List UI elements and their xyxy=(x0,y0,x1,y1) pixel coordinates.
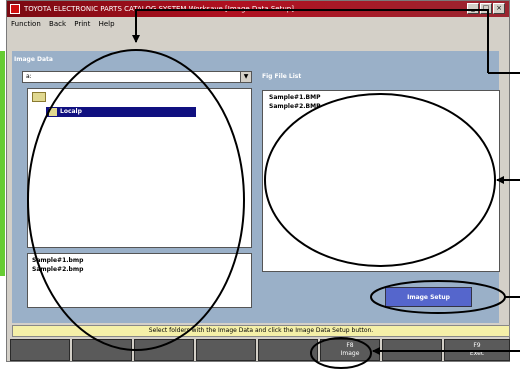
function-key[interactable] xyxy=(258,339,318,361)
maximize-icon[interactable]: □ xyxy=(480,3,492,14)
function-key[interactable] xyxy=(134,339,194,361)
function-key[interactable] xyxy=(10,339,70,361)
close-icon[interactable]: × xyxy=(493,3,505,14)
menu-help[interactable]: Help xyxy=(99,20,115,28)
folder-item-localp[interactable]: Localp xyxy=(46,107,196,117)
folder-icon xyxy=(32,92,46,102)
fkey-bottom: Image xyxy=(340,350,360,357)
window-title: TOYOTA ELECTRONIC PARTS CATALOG SYSTEM W… xyxy=(24,5,294,13)
f8-image-key[interactable]: F8 Image xyxy=(320,339,380,361)
function-key[interactable] xyxy=(72,339,132,361)
toyota-logo-icon xyxy=(10,4,20,14)
function-key-bar: F8 Image F9 Exec xyxy=(10,339,510,361)
function-key[interactable] xyxy=(196,339,256,361)
list-item[interactable]: Sample#2.BMP xyxy=(269,102,493,111)
fkey-bottom: Exec xyxy=(469,350,485,357)
status-bar: Select folders with the Image Data and c… xyxy=(12,325,510,337)
menu-back[interactable]: Back xyxy=(49,20,66,28)
title-bar: TOYOTA ELECTRONIC PARTS CATALOG SYSTEM W… xyxy=(7,1,509,17)
drive-select[interactable]: a: ▼ xyxy=(22,71,252,83)
menu-function[interactable]: Function xyxy=(11,20,41,28)
f9-exec-key[interactable]: F9 Exec xyxy=(444,339,510,361)
image-data-title: Image Data xyxy=(14,56,53,63)
folder-open-icon xyxy=(49,108,57,116)
fkey-top: F9 xyxy=(473,342,481,349)
folder-item-label: Localp xyxy=(60,108,82,115)
folder-tree[interactable]: Localp xyxy=(27,88,252,248)
drive-value: a: xyxy=(26,73,32,80)
list-item[interactable]: Sample#1.BMP xyxy=(269,93,493,102)
function-key[interactable] xyxy=(382,339,442,361)
image-setup-button[interactable]: Image Setup xyxy=(385,287,472,307)
minimize-icon[interactable]: _ xyxy=(467,3,479,14)
green-side-bar xyxy=(0,51,5,276)
fig-file-list-label: Fig File List xyxy=(262,73,302,80)
fig-file-list[interactable]: Sample#1.BMP Sample#2.BMP xyxy=(262,90,500,272)
chevron-down-icon[interactable]: ▼ xyxy=(240,72,251,82)
menu-bar: Function Back Print Help xyxy=(7,18,509,30)
image-file-list[interactable]: Sample#1.bmp Sample#2.bmp xyxy=(27,253,252,308)
menu-print[interactable]: Print xyxy=(74,20,90,28)
fkey-top: F8 xyxy=(346,342,354,349)
list-item[interactable]: Sample#1.bmp xyxy=(32,256,247,265)
list-item[interactable]: Sample#2.bmp xyxy=(32,265,247,274)
